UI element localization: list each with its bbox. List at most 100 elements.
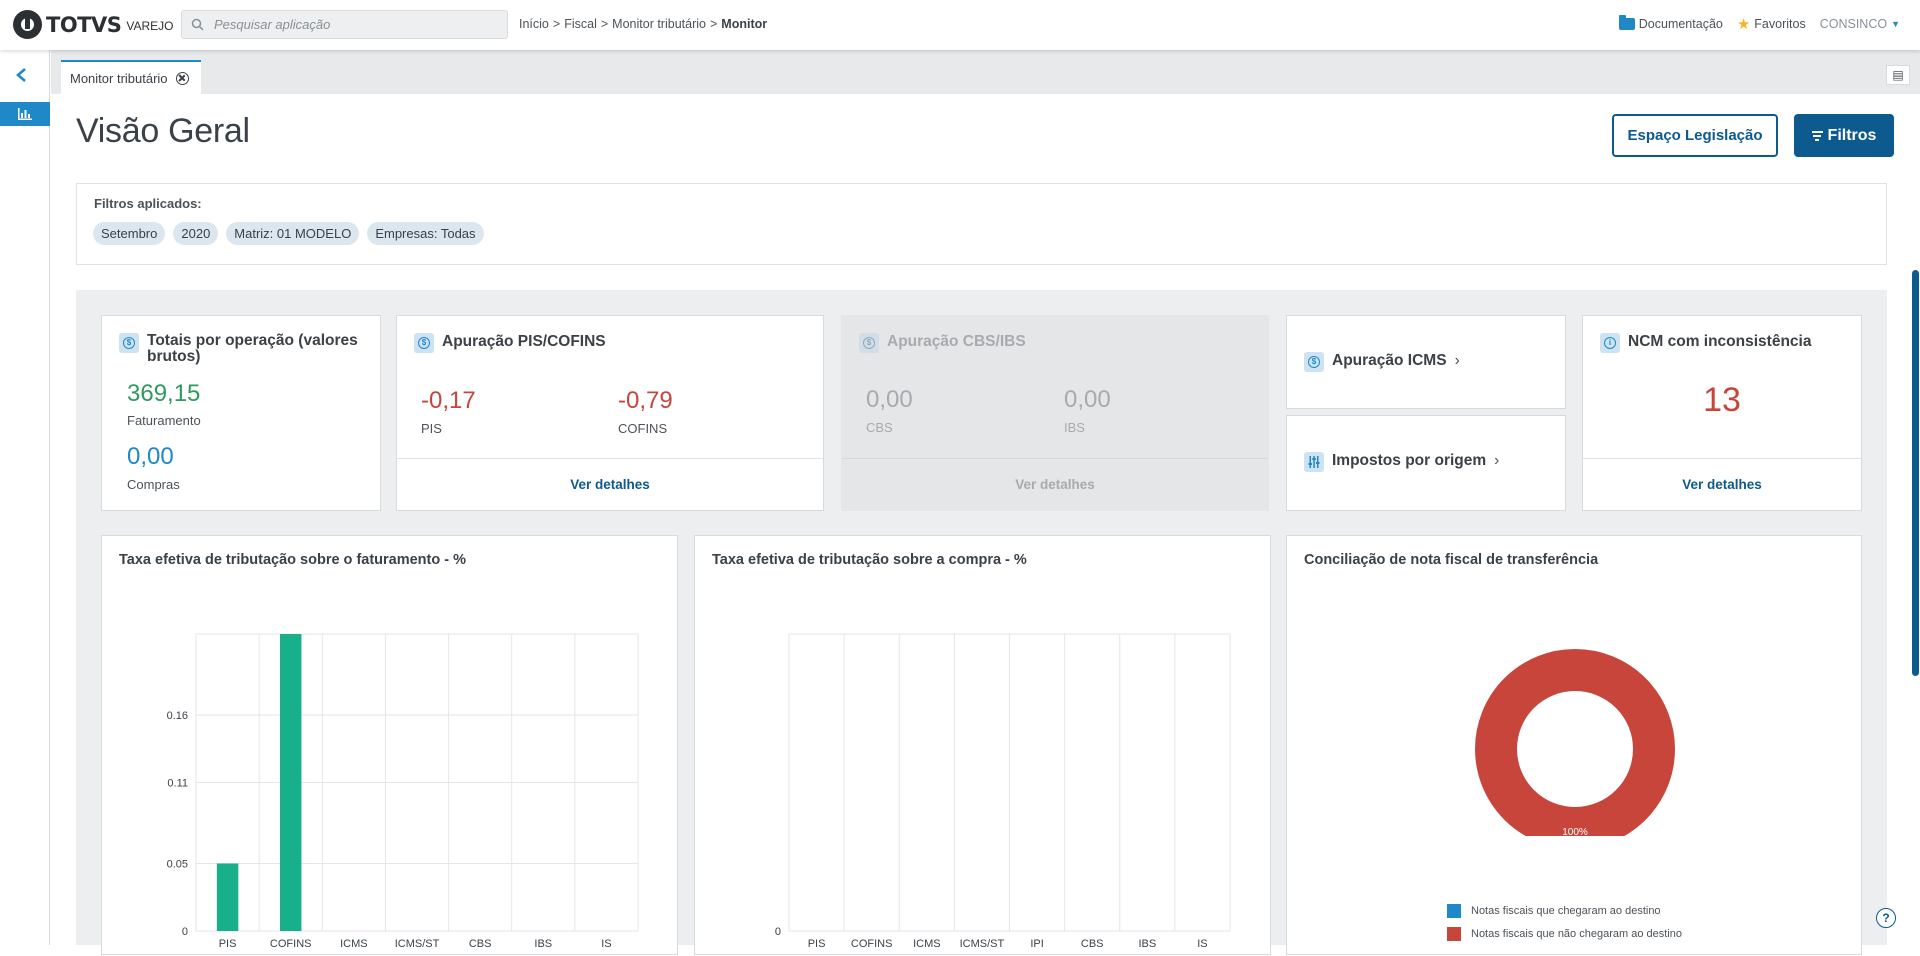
card-title: Impostos por origem (1332, 452, 1487, 469)
y-tick-label: 0 (775, 926, 781, 938)
filtros-label: Filtros (1827, 126, 1877, 144)
x-tick-label: COFINS (851, 938, 893, 950)
ver-detalhes-link[interactable]: Ver detalhes (397, 458, 823, 510)
bar-chart-icon (18, 108, 32, 120)
breadcrumb-item-inicio[interactable]: Início (519, 17, 549, 31)
y-tick-label: 0.05 (167, 859, 188, 871)
card-title: Apuração PIS/COFINS (442, 333, 606, 350)
dashboard: $ Totais por operação (valores brutos) 3… (76, 290, 1887, 955)
close-icon[interactable] (175, 71, 189, 85)
chart-legend: Notas fiscais que chegaram ao destino No… (1447, 904, 1682, 950)
x-tick-label: PIS (219, 938, 237, 950)
legend-swatch (1447, 904, 1461, 918)
legend-label: Notas fiscais que chegaram ao destino (1471, 905, 1661, 917)
collapse-sidebar-icon[interactable] (15, 66, 27, 89)
sidebar (0, 50, 50, 945)
x-tick-label: CBS (469, 938, 492, 950)
page-scrollbar[interactable] (1912, 270, 1919, 676)
bar (216, 863, 239, 931)
card-title: Totais por operação (valores brutos) (147, 332, 358, 365)
documentation-label: Documentação (1638, 17, 1723, 31)
user-label: CONSINCO (1819, 17, 1888, 31)
x-tick-label: ICMS/ST (960, 938, 1005, 950)
card-apuracao-icms[interactable]: $ Apuração ICMS › (1286, 315, 1566, 409)
y-tick-label: 0.11 (167, 778, 188, 790)
x-tick-label: IS (601, 938, 611, 950)
applied-filters: Filtros aplicados: Setembro 2020 Matriz:… (76, 183, 1887, 265)
card-apuracao-cbs-ibs: $ Apuração CBS/IBS 0,00 CBS 0,00 IBS Ver… (841, 315, 1269, 511)
favorites-label: Favoritos (1754, 17, 1806, 31)
card-ncm-inconsistencia: i NCM com inconsistência 13 Ver detalhes (1582, 315, 1862, 511)
x-tick-label: COFINS (270, 938, 312, 950)
coin-icon: $ (119, 333, 139, 353)
x-tick-label: ICMS (913, 938, 941, 950)
card-header: $ Apuração CBS/IBS (859, 333, 1026, 353)
cofins-value: -0,79 (618, 387, 673, 414)
ver-detalhes-link[interactable]: Ver detalhes (1583, 458, 1861, 510)
caret-down-icon: ▼ (1891, 19, 1900, 29)
x-tick-label: CBS (1081, 938, 1104, 950)
folder-icon (1618, 15, 1635, 30)
espaco-legislacao-button[interactable]: Espaço Legislação (1612, 114, 1778, 157)
x-tick-label: ICMS (340, 938, 368, 950)
help-icon[interactable]: ? (1876, 908, 1896, 928)
faturamento-label: Faturamento (127, 413, 201, 428)
chevron-right-icon: › (1454, 352, 1460, 369)
tab-monitor-tributario[interactable]: Monitor tributário (61, 60, 201, 94)
x-tick-label: ICMS/ST (395, 938, 440, 950)
x-tick-label: IS (1197, 938, 1207, 950)
breadcrumb-item-monitor-tributario[interactable]: Monitor tributário (612, 17, 706, 31)
card-impostos-por-origem[interactable]: Impostos por origem › (1286, 415, 1566, 511)
card-title: Apuração ICMS (1332, 352, 1447, 369)
coin-icon: $ (859, 333, 879, 353)
user-menu[interactable]: CONSINCO ▼ (1820, 17, 1900, 31)
filtros-button[interactable]: Filtros (1794, 114, 1894, 157)
logo-subtext: VAREJO (126, 18, 174, 33)
breadcrumb-item-fiscal[interactable]: Fiscal (564, 17, 597, 31)
filter-icon (1811, 129, 1823, 143)
compras-label: Compras (127, 477, 180, 492)
pis-label: PIS (421, 421, 442, 436)
favorites-link[interactable]: ★ Favoritos (1737, 15, 1806, 33)
app-search[interactable] (181, 10, 508, 39)
tab-label: Monitor tributário (70, 70, 168, 86)
legend-item[interactable]: Notas fiscais que não chegaram ao destin… (1447, 927, 1682, 941)
logo-mark-icon (13, 10, 42, 39)
sidebar-item-monitor[interactable] (0, 102, 50, 126)
breadcrumb: Início > Fiscal > Monitor tributário > Monitor (519, 17, 768, 31)
ncm-value: 13 (1703, 381, 1741, 419)
donut-slice (1475, 649, 1675, 836)
bar (279, 634, 302, 931)
legend-item[interactable]: Notas fiscais que chegaram ao destino (1447, 904, 1682, 918)
chart-card-compra: Taxa efetiva de tributação sobre a compr… (694, 535, 1271, 955)
chart-card-faturamento: Taxa efetiva de tributação sobre o fatur… (101, 535, 678, 955)
card-header: $ Apuração ICMS › (1304, 352, 1460, 372)
chart-card-conciliacao: Conciliação de nota fiscal de transferên… (1286, 535, 1862, 955)
slice-label: 100% (1562, 827, 1588, 836)
ibs-label: IBS (1064, 420, 1085, 435)
top-right-menu: Documentação ★ Favoritos CONSINCO ▼ (1605, 15, 1900, 33)
pis-value: -0,17 (421, 387, 476, 414)
cofins-label: COFINS (618, 421, 668, 436)
star-icon: ★ (1736, 16, 1751, 33)
card-apuracao-pis-cofins: $ Apuração PIS/COFINS -0,17 PIS -0,79 CO… (396, 315, 824, 511)
legend-label: Notas fiscais que não chegaram ao destin… (1471, 928, 1682, 940)
tab-config-icon[interactable]: ▤ (1886, 65, 1910, 85)
card-title: Apuração CBS/IBS (887, 333, 1026, 350)
compras-value: 0,00 (127, 443, 174, 470)
logo-text: TOTVS (46, 12, 122, 37)
tab-bar: Monitor tributário ▤ (51, 50, 1920, 94)
filter-chip: Matriz: 01 MODELO (226, 222, 360, 245)
filter-chips: Setembro 2020 Matriz: 01 MODELO Empresas… (93, 222, 492, 245)
card-header: Impostos por origem › (1304, 452, 1499, 472)
cbs-label: CBS (866, 420, 893, 435)
main-content: Visão Geral Espaço Legislação Filtros Fi… (51, 94, 1920, 955)
ver-detalhes-link: Ver detalhes (842, 458, 1268, 510)
card-title: NCM com inconsistência (1628, 333, 1812, 350)
search-input[interactable] (212, 16, 492, 33)
info-icon: i (1600, 333, 1620, 353)
totvs-logo[interactable]: TOTVS VAREJO (13, 10, 174, 39)
documentation-link[interactable]: Documentação (1618, 15, 1723, 31)
faturamento-value: 369,15 (127, 380, 201, 407)
chart-compra: 0 PIS COFINS ICMS ICMS/ST IPI CBS IBS IS (775, 633, 1231, 950)
